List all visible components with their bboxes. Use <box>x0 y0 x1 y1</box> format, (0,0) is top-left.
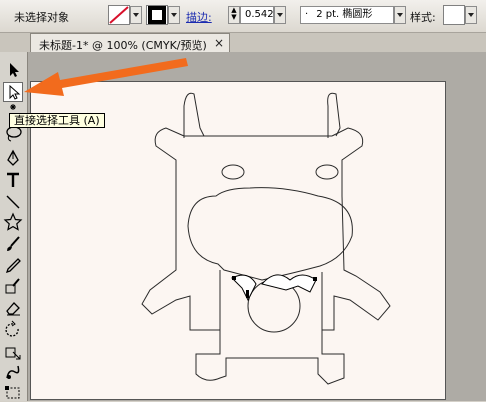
stroke-panel-link[interactable]: 描边: <box>186 9 212 25</box>
type-tool[interactable] <box>3 170 23 190</box>
paintbrush-icon <box>7 236 20 251</box>
pen-nib-icon <box>7 149 19 166</box>
pencil-tool[interactable] <box>3 256 23 276</box>
graphic-style-swatch[interactable] <box>443 5 465 25</box>
rotate-icon <box>5 320 19 337</box>
eraser-tool[interactable] <box>3 298 23 318</box>
blob-brush-tool[interactable] <box>3 276 23 296</box>
document-tab-strip: 未标题-1* @ 100% (CMYK/预览) × <box>0 33 486 53</box>
artboard[interactable] <box>30 81 446 400</box>
rotate-tool[interactable] <box>3 320 23 340</box>
control-bar: 未选择对象 描边: ▲ ▼ 0.542 · 2 pt. 椭圆形 样式: <box>0 0 486 33</box>
paintbrush-tool[interactable] <box>3 234 23 254</box>
scale-icon <box>5 347 21 360</box>
stroke-dropdown[interactable] <box>168 6 180 24</box>
stroke-weight-stepper[interactable]: ▲ ▼ <box>228 6 240 24</box>
selection-arrow-icon <box>10 63 19 77</box>
selection-tool[interactable] <box>3 60 23 80</box>
blob-brush-icon <box>5 278 20 294</box>
document-tab-title: 未标题-1* @ 100% (CMYK/预览) <box>39 39 207 52</box>
brush-dropdown[interactable] <box>394 6 406 24</box>
document-tab[interactable]: 未标题-1* @ 100% (CMYK/预览) × <box>30 33 230 52</box>
free-transform-tool[interactable] <box>3 382 23 402</box>
stroke-swatch[interactable] <box>146 5 168 25</box>
style-label: 样式: <box>410 11 436 24</box>
close-tab-button[interactable]: × <box>214 36 224 50</box>
line-segment-icon <box>6 195 20 209</box>
stroke-weight-dropdown[interactable] <box>274 6 286 24</box>
brush-definition-label: 2 pt. 椭圆形 <box>316 9 373 20</box>
warp-tool[interactable] <box>3 362 23 382</box>
type-t-icon <box>7 172 19 187</box>
stroke-color-icon <box>148 6 166 24</box>
graphic-style-dropdown[interactable] <box>465 6 477 24</box>
line-segment-tool[interactable] <box>3 192 23 212</box>
no-fill-icon <box>109 6 129 24</box>
scale-tool[interactable] <box>3 342 23 362</box>
pen-tool[interactable] <box>3 148 23 168</box>
brush-dot-icon: · <box>305 9 309 20</box>
stroke-weight-input[interactable]: 0.542 <box>240 6 274 24</box>
toolbox <box>0 52 28 401</box>
fill-swatch[interactable] <box>108 5 130 25</box>
eraser-icon <box>6 302 20 316</box>
fill-dropdown[interactable] <box>130 6 142 24</box>
tool-tooltip: 直接选择工具 (A) <box>9 113 105 128</box>
selection-status: 未选择对象 <box>14 11 69 24</box>
brush-definition[interactable]: · 2 pt. 椭圆形 <box>300 6 394 24</box>
star-tool[interactable] <box>3 212 23 232</box>
direct-selection-tool[interactable] <box>3 82 23 102</box>
direct-selection-arrow-icon <box>9 84 21 100</box>
star-icon <box>3 212 23 231</box>
free-transform-icon <box>5 386 20 399</box>
pencil-icon <box>5 258 21 274</box>
warp-icon <box>6 365 20 379</box>
